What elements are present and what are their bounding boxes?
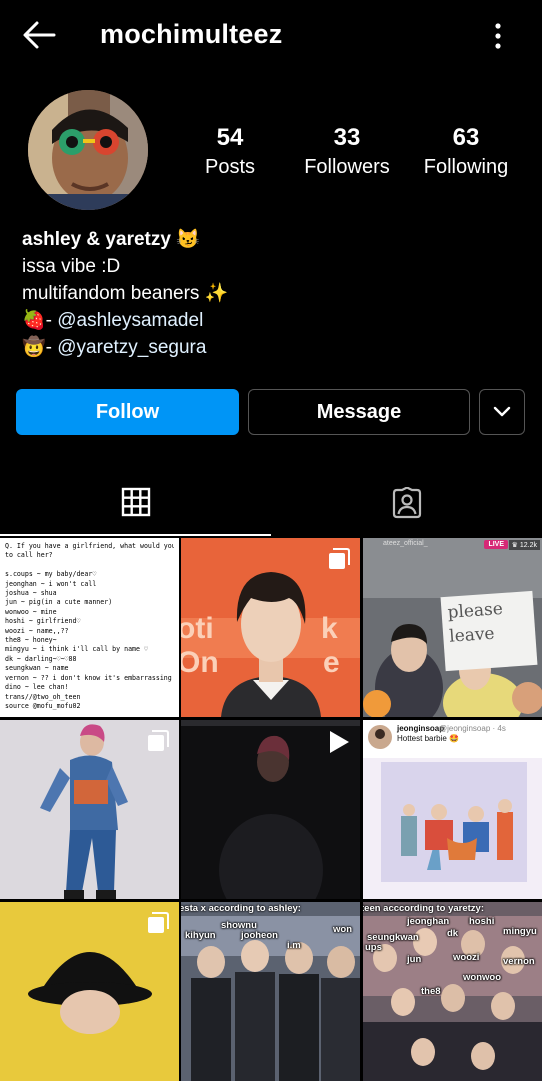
- live-account-name: ateez_official_: [383, 540, 428, 547]
- profile-display-name: ashley & yaretzy 😼: [22, 229, 200, 250]
- chevron-down-icon: [493, 406, 511, 417]
- strawberry-emoji: 🍓-: [22, 310, 58, 331]
- post-text-line: dk ~ darling~♡~♡88: [5, 654, 77, 663]
- follow-button[interactable]: Follow: [16, 389, 239, 435]
- multiple-photos-icon: [148, 912, 169, 933]
- post-thumbnail-meme[interactable]: esta x according to ashley: shownu kihyu…: [181, 902, 360, 1081]
- post-text-line: to call her?: [5, 551, 53, 560]
- bio-mention-line: 🍓- @ashleysamadel: [22, 307, 228, 334]
- post-text-line: wonwoo ~ mine: [5, 607, 57, 616]
- profile-bio: ashley & yaretzy 😼 issa vibe :D multifan…: [22, 226, 228, 361]
- svg-text:On: On: [181, 646, 219, 679]
- following-label: Following: [423, 156, 509, 178]
- mention-link[interactable]: @yaretzy_segura: [57, 337, 206, 358]
- avatar[interactable]: [28, 90, 148, 210]
- post-text-line: s.coups ~ my baby/dear♡: [5, 570, 97, 579]
- bio-mention-line: 🤠- @yaretzy_segura: [22, 334, 228, 361]
- post-thumbnail[interactable]: [0, 902, 179, 1081]
- post-thumbnail-text[interactable]: Q. If you have a girlfriend, what would …: [0, 538, 179, 717]
- video-play-icon: [330, 731, 349, 753]
- grid-icon: [121, 487, 150, 517]
- post-text-line: dino ~ lee chan!: [5, 683, 69, 692]
- post-thumbnail[interactable]: please leave ateez_official_ LIVE ♛ 12.2…: [363, 538, 542, 717]
- post-text-line: trans//@two_oh_teen: [5, 692, 81, 701]
- svg-text:e: e: [323, 646, 340, 679]
- meme-label: dk: [447, 928, 459, 939]
- tab-tagged[interactable]: [271, 470, 542, 536]
- meme-label: vernon: [503, 956, 535, 967]
- post-thumbnail[interactable]: jeonginsoap @jeonginsoap · 4s Hottest ba…: [363, 720, 542, 899]
- meme-label: won: [333, 924, 352, 935]
- svg-text:k: k: [321, 612, 338, 645]
- post-text-line: the8 ~ honey~: [5, 636, 57, 645]
- message-button[interactable]: Message: [248, 389, 470, 435]
- post-thumbnail-video[interactable]: [181, 720, 360, 899]
- mention-link[interactable]: @ashleysamadel: [57, 310, 203, 331]
- profile-tabs: [0, 470, 542, 536]
- tweet-author-name: jeonginsoap: [397, 724, 445, 733]
- posts-label: Posts: [204, 156, 256, 178]
- post-text-line: vernon ~ ?? i don't know it's embarrassi…: [5, 673, 172, 682]
- meme-label: mingyu: [503, 926, 537, 937]
- live-badge: LIVE: [484, 540, 508, 549]
- post-text-line: seungkwan ~ name: [5, 664, 69, 673]
- post-sign-text: please leave: [440, 590, 538, 672]
- meme-label: woozi: [453, 952, 480, 963]
- suggested-dropdown-button[interactable]: [479, 389, 525, 435]
- post-text-line: [5, 561, 174, 570]
- posts-grid: Q. If you have a girlfriend, what would …: [0, 538, 542, 1081]
- following-number: 63: [452, 124, 480, 151]
- meme-label: jeonghan: [407, 916, 450, 927]
- live-viewer-count: ♛ 12.2k: [508, 540, 540, 550]
- post-thumbnail[interactable]: [0, 720, 179, 899]
- multiple-photos-icon: [329, 548, 350, 569]
- post-text-line: Q. If you have a girlfriend, what would …: [5, 542, 174, 550]
- multiple-photos-icon: [148, 730, 169, 751]
- post-text-line: mingyu ~ i think i'll call by name ♡: [5, 645, 148, 654]
- meme-label: the8: [421, 986, 441, 997]
- post-text-line: joshua ~ shua: [5, 589, 57, 598]
- post-text-line: jun ~ pig(in a cute manner): [5, 598, 113, 607]
- arrow-left-icon[interactable]: [22, 20, 56, 50]
- svg-text:oti: oti: [181, 612, 214, 645]
- post-text-line: jeonghan ~ i won't call: [5, 579, 97, 588]
- multiple-photos-icon: [511, 730, 532, 751]
- tagged-person-icon: [392, 487, 421, 519]
- followers-count[interactable]: 33 Followers: [296, 124, 398, 179]
- tab-grid[interactable]: [0, 470, 271, 536]
- posts-number: 54: [216, 124, 244, 151]
- meme-title: esta x according to ashley:: [181, 903, 301, 914]
- meme-label: jooheon: [241, 930, 278, 941]
- meme-label: wonwoo: [463, 972, 501, 983]
- avatar: [368, 725, 392, 749]
- meme-label: jun: [407, 954, 422, 965]
- followers-number: 33: [333, 124, 361, 151]
- meme-label: i.m: [287, 940, 301, 951]
- following-count[interactable]: 63 Following: [414, 124, 518, 179]
- post-text-line: woozi ~ name,,??: [5, 626, 69, 635]
- meme-label: hoshi: [469, 916, 495, 927]
- avatar-image: [28, 90, 148, 210]
- bio-line: issa vibe :D: [22, 256, 121, 277]
- meme-label: ups: [365, 942, 382, 953]
- cowboy-emoji: 🤠-: [22, 337, 58, 358]
- tweet-author-handle: @jeonginsoap · 4s: [439, 724, 506, 733]
- post-text-line: source @mofu_mofu02: [5, 701, 81, 710]
- bio-line: multifandom beaners ✨: [22, 283, 229, 304]
- profile-username: mochimulteez: [100, 19, 283, 49]
- vertical-ellipsis-icon[interactable]: [486, 22, 510, 50]
- post-text-line: hoshi ~ girlfriend♡: [5, 617, 81, 626]
- post-thumbnail[interactable]: oti On k e: [181, 538, 360, 717]
- posts-count: 54 Posts: [190, 124, 270, 179]
- top-bar: mochimulteez: [0, 0, 542, 70]
- followers-label: Followers: [304, 156, 390, 178]
- meme-label: kihyun: [185, 930, 216, 941]
- post-thumbnail-meme[interactable]: teen acccording to yaretzy: jeonghan hos…: [363, 902, 542, 1081]
- tweet-caption: Hottest barbie 🤩: [397, 734, 459, 743]
- meme-title: teen acccording to yaretzy:: [363, 903, 485, 914]
